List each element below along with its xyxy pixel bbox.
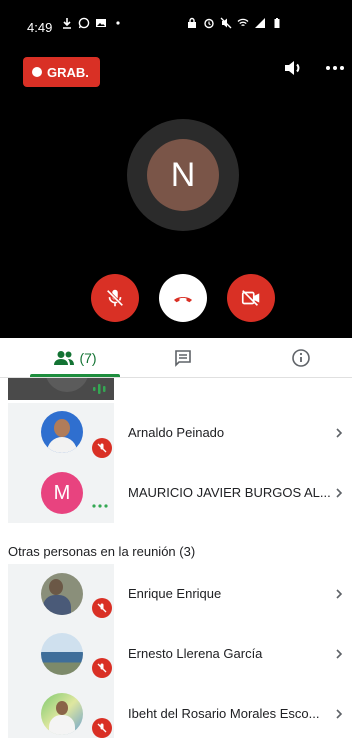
list-item[interactable]: Enrique Enrique [0,564,352,624]
hang-up-icon [174,297,192,303]
section-label: Otras personas en la reunión (3) [8,544,196,559]
whatsapp-icon [78,17,90,29]
gallery-icon [96,19,106,27]
turn-off-camera-button[interactable] [227,274,275,322]
list-item[interactable]: M MAURICIO JAVIER BURGOS AL... [0,463,352,523]
participant-list[interactable]: Arnaldo Peinado M MAURICIO JAVIER BURGOS… [0,378,352,738]
chevron-right-icon[interactable] [333,487,345,499]
tab-people[interactable]: (7) [30,338,120,378]
participant-name: Arnaldo Peinado [128,425,225,440]
participant-tile [8,624,114,684]
speaker-avatar: N [147,139,219,211]
avatar: M [41,472,83,514]
participant-name: MAURICIO JAVIER BURGOS AL... [128,485,331,500]
participant-tile: M [8,463,114,523]
list-item[interactable]: Ernesto Llerena García [0,624,352,684]
avatar [45,378,89,392]
call-area: 4:49 GRAB. N [0,0,352,338]
participant-name: Ibeht del Rosario Morales Esco... [128,706,320,721]
participant-name: Ernesto Llerena García [128,646,263,661]
participant-tile [8,403,114,463]
status-time: 4:49 [27,20,53,35]
alarm-icon [204,18,214,29]
participant-name: Enrique Enrique [128,586,222,601]
record-dot-icon [32,67,42,77]
mic-off-icon [97,723,107,733]
chevron-right-icon[interactable] [333,648,345,660]
dot-icon [116,21,120,25]
chevron-right-icon[interactable] [333,708,345,720]
status-right-icons [186,17,283,29]
mic-off-icon [106,289,124,307]
active-tab-indicator [30,374,120,377]
list-item[interactable]: Arnaldo Peinado [0,403,352,463]
mic-off-icon [97,663,107,673]
more-options-icon[interactable] [323,56,347,80]
status-bar: 4:49 [0,0,352,46]
download-icon [63,18,71,29]
participant-tile [8,684,114,738]
people-icon [54,351,75,365]
speaker-icon[interactable] [281,56,305,80]
details-tabs: (7) [0,338,352,378]
camera-off-icon [241,290,260,306]
avatar [41,633,83,675]
chevron-right-icon[interactable] [333,588,345,600]
lock-icon [188,17,196,28]
tab-chat[interactable] [160,338,206,378]
speaking-indicator-icon [93,384,106,394]
record-label: GRAB. [47,64,89,80]
end-call-button[interactable] [159,274,207,322]
avatar [41,411,83,453]
battery-icon [274,18,280,28]
avatar [41,573,83,615]
signal-icon [255,18,265,28]
record-button[interactable]: GRAB. [23,57,100,87]
status-left-icons [61,17,124,29]
muted-badge [92,598,112,618]
avatar [41,693,83,735]
tab-info[interactable] [278,338,324,378]
wifi-icon [237,18,249,27]
participant-tile [8,564,114,624]
people-count: (7) [79,350,97,366]
mute-icon [220,17,232,29]
list-item[interactable]: Ibeht del Rosario Morales Esco... [0,684,352,738]
muted-badge [92,718,112,738]
mic-off-icon [97,603,107,613]
more-dots-icon [92,504,108,508]
mic-off-icon [97,443,107,453]
participant-tile [8,378,114,400]
mute-microphone-button[interactable] [91,274,139,322]
chat-icon [175,350,191,367]
muted-badge [92,438,112,458]
muted-badge [92,658,112,678]
chevron-right-icon[interactable] [333,427,345,439]
list-item[interactable] [0,378,352,400]
info-icon [292,349,310,367]
